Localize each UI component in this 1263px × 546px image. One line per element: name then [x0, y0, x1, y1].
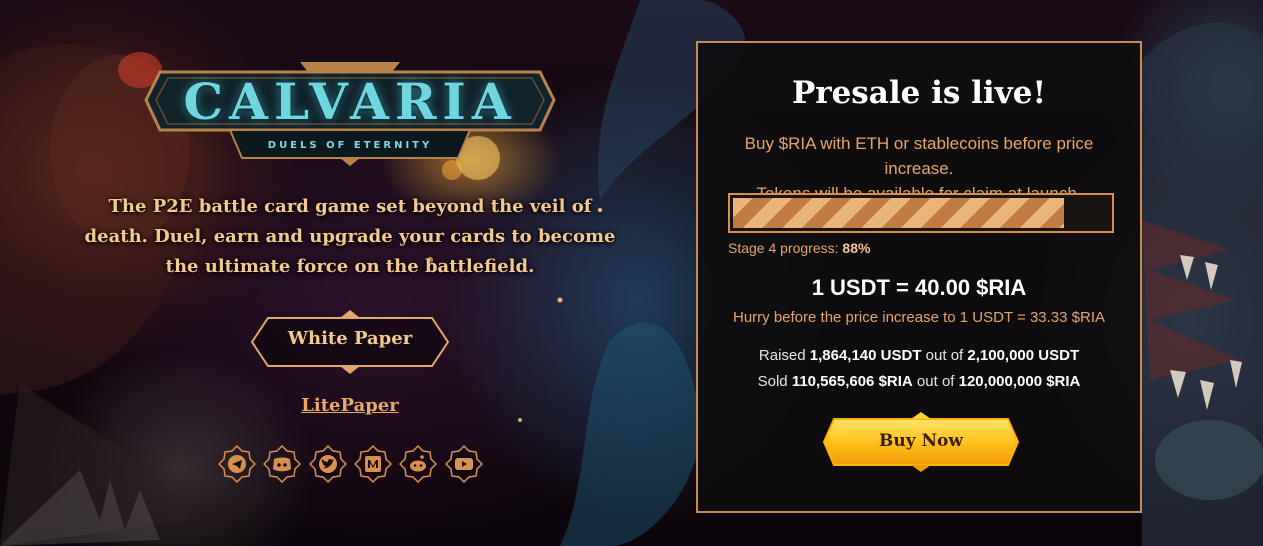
medium-link[interactable] — [353, 445, 392, 483]
sold-line: Sold 110,565,606 $RIA out of 120,000,000… — [698, 369, 1140, 395]
price-increase-notice: Hurry before the price increase to 1 USD… — [733, 309, 1105, 326]
presale-card: Presale is live! Buy $RIA with ETH or st… — [696, 41, 1142, 513]
medium-icon — [353, 445, 392, 483]
white-paper-button[interactable]: White Paper — [248, 308, 452, 376]
presale-progress-bar — [728, 193, 1114, 233]
hero-tagline: The P2E battle card game set beyond the … — [84, 196, 616, 277]
raised-line: Raised 1,864,140 USDT out of 2,100,000 U… — [698, 343, 1140, 369]
litepaper-link[interactable]: LitePaper — [300, 395, 400, 416]
presale-progress-fill — [733, 198, 1064, 228]
buy-now-button[interactable]: Buy Now — [820, 411, 1022, 473]
discord-icon — [263, 445, 302, 483]
sold-separator: out of — [916, 373, 955, 390]
stage-progress-label: Stage 4 progress: — [728, 240, 839, 256]
white-paper-label: White Paper — [287, 328, 413, 349]
reddit-link[interactable] — [399, 445, 438, 483]
logo-title: CALVARIA — [183, 72, 517, 131]
sold-value: 110,565,606 $RIA — [791, 373, 913, 390]
youtube-icon — [444, 445, 483, 483]
discord-link[interactable] — [263, 445, 302, 483]
social-links — [218, 445, 483, 485]
logo-subtitle: DUELS OF ETERNITY — [267, 140, 433, 151]
buy-now-label: Buy Now — [878, 431, 964, 451]
twitter-icon — [308, 445, 347, 483]
raised-separator: out of — [925, 347, 964, 364]
stage-progress-value: 88% — [842, 240, 871, 256]
calvaria-logo[interactable]: CALVARIA DUELS OF ETERNITY — [140, 60, 560, 168]
stage-progress-text: Stage 4 progress: 88% — [728, 240, 870, 256]
sold-total: 120,000,000 $RIA — [958, 373, 1081, 390]
page: CALVARIA DUELS OF ETERNITY The P2E battl… — [0, 0, 1263, 546]
sold-label: Sold — [757, 373, 788, 390]
presale-description-line1: Buy $RIA with ETH or stablecoins before … — [744, 134, 1094, 178]
reddit-icon — [399, 445, 438, 483]
telegram-icon — [218, 445, 256, 483]
telegram-link[interactable] — [218, 445, 256, 483]
youtube-link[interactable] — [444, 445, 483, 483]
exchange-rate: 1 USDT = 40.00 $RIA — [811, 275, 1027, 300]
twitter-link[interactable] — [308, 445, 347, 483]
raised-total: 2,100,000 USDT — [967, 347, 1080, 364]
raised-value: 1,864,140 USDT — [809, 347, 922, 364]
presale-title: Presale is live! — [791, 75, 1047, 111]
presale-stats: Raised 1,864,140 USDT out of 2,100,000 U… — [698, 343, 1140, 395]
raised-label: Raised — [758, 347, 806, 364]
